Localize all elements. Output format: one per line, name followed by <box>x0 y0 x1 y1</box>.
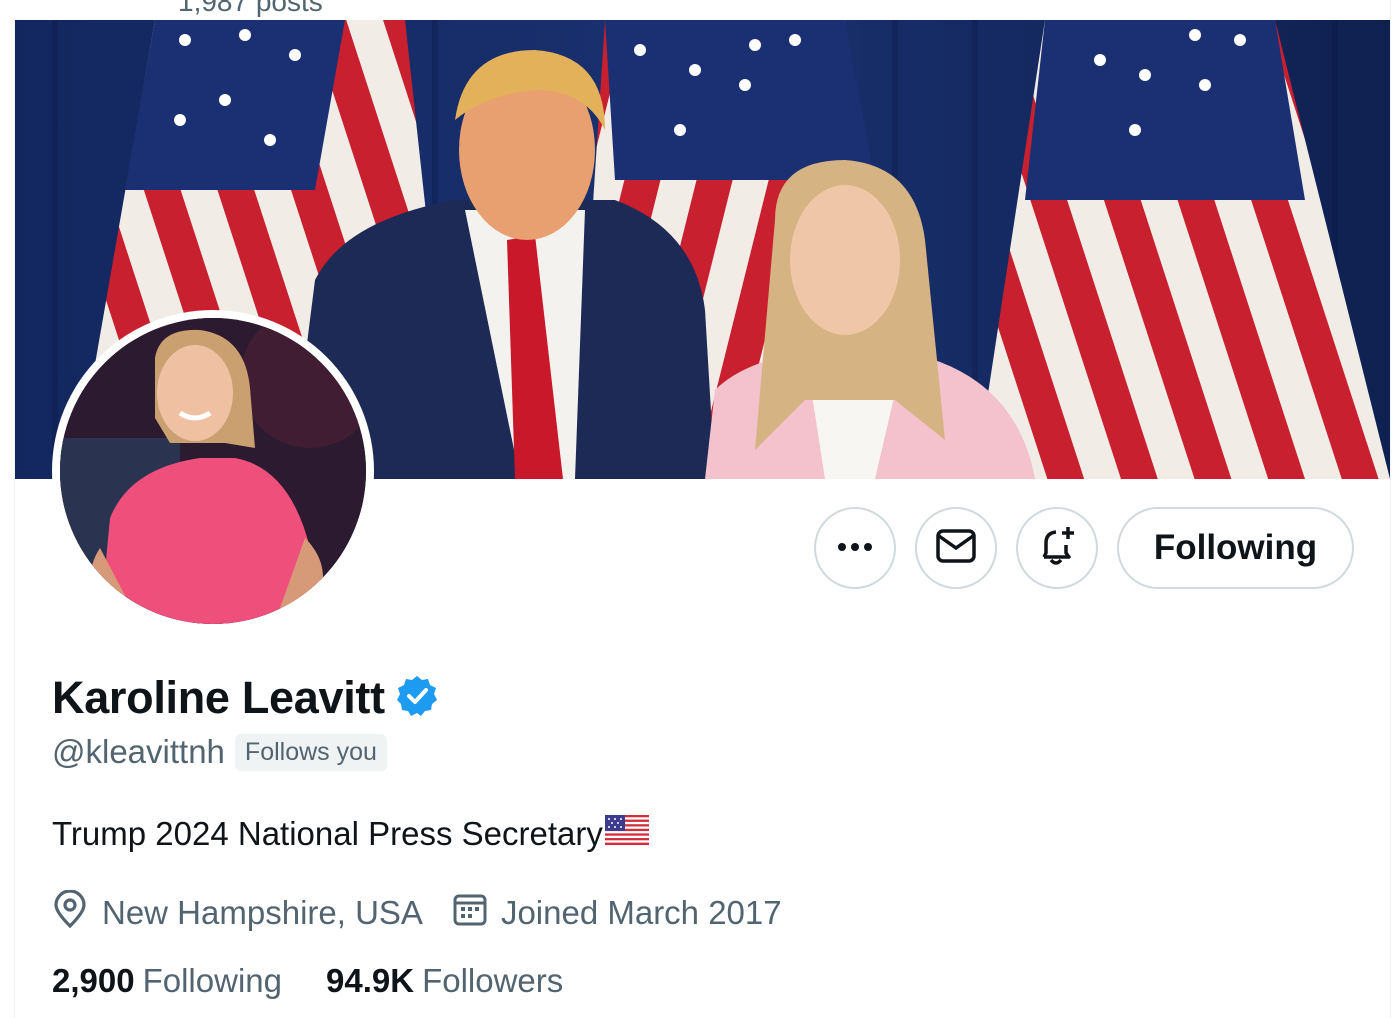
verified-badge-icon[interactable] <box>395 674 439 723</box>
mail-icon <box>936 528 976 568</box>
join-date: Joined March 2017 <box>453 892 782 934</box>
notifications-button[interactable] <box>1016 507 1098 589</box>
us-flag-emoji-icon <box>604 815 649 853</box>
message-button[interactable] <box>915 507 997 589</box>
more-icon <box>837 539 873 557</box>
location-pin-icon <box>52 889 88 936</box>
avatar-image <box>60 318 366 624</box>
profile-meta: New Hampshire, USA Joined March 2017 <box>52 889 812 936</box>
follows-you-badge: Follows you <box>234 733 387 771</box>
handle-row: @kleavittnh Follows you <box>52 733 387 771</box>
following-stat-link[interactable]: 2,900 Following <box>52 962 282 1000</box>
bio-text: Trump 2024 National Press Secretary <box>52 815 603 852</box>
column-border-right <box>1390 0 1391 1018</box>
location: New Hampshire, USA <box>52 889 423 936</box>
posts-count: 1,987 posts <box>178 0 323 17</box>
profile-avatar[interactable] <box>52 310 374 632</box>
display-name: Karoline Leavitt <box>52 672 385 723</box>
followers-count: 94.9K <box>326 962 415 999</box>
profile-bio: Trump 2024 National Press Secretary <box>52 815 649 853</box>
following-count: 2,900 <box>52 962 135 999</box>
join-date-text: Joined March 2017 <box>500 894 782 931</box>
following-button[interactable]: Following <box>1117 507 1354 589</box>
top-header-strip: 1,987 posts <box>0 0 1398 20</box>
calendar-icon <box>453 892 487 934</box>
location-text: New Hampshire, USA <box>102 894 423 931</box>
followers-label: Followers <box>422 962 564 999</box>
followers-stat-link[interactable]: 94.9K Followers <box>326 962 563 1000</box>
following-label: Following <box>142 962 282 999</box>
user-handle: @kleavittnh <box>52 733 225 770</box>
more-button[interactable] <box>814 507 896 589</box>
bell-plus-icon <box>1036 525 1078 572</box>
follow-stats: 2,900 Following 94.9K Followers <box>52 962 607 1000</box>
name-row: Karoline Leavitt <box>52 672 439 724</box>
